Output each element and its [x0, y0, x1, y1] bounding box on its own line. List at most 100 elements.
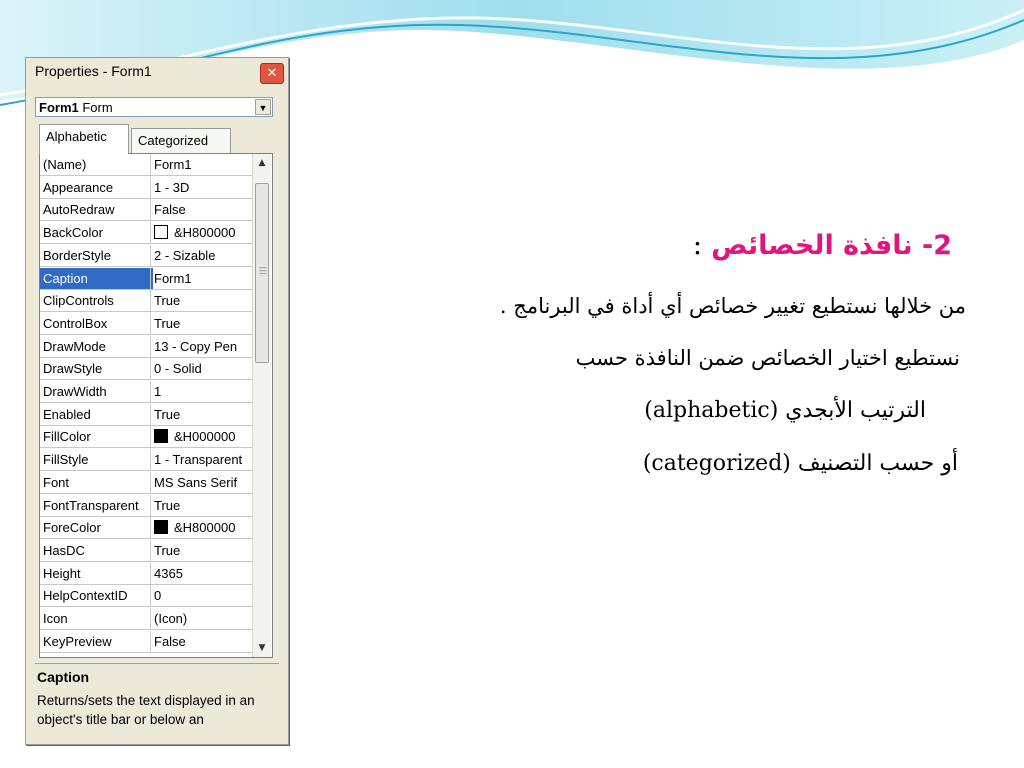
property-value[interactable]: True	[150, 290, 252, 312]
color-swatch-icon	[154, 429, 168, 444]
property-value-text: True	[154, 293, 181, 309]
description-text: Returns/sets the text displayed in an ob…	[37, 693, 255, 727]
vertical-scrollbar[interactable]: ▲ — — — ▼	[252, 154, 271, 657]
property-row[interactable]: DrawMode 13 - Copy Pen	[40, 335, 252, 358]
property-value-text: &H800000	[174, 520, 236, 536]
property-value-text: 2 - Sizable	[154, 247, 216, 263]
property-value[interactable]: &H800000	[150, 222, 252, 244]
property-row[interactable]: DrawWidth 1	[40, 381, 252, 403]
property-value-text: Form1	[154, 157, 192, 172]
property-value[interactable]: True	[150, 539, 252, 561]
scroll-up-icon[interactable]: ▲	[253, 154, 271, 172]
property-name: Height	[43, 565, 81, 581]
property-name: Caption	[40, 267, 153, 289]
description-panel: Caption Returns/sets the text displayed …	[35, 663, 279, 734]
property-value[interactable]: &H000000	[150, 426, 252, 448]
property-value[interactable]: False	[150, 630, 252, 652]
color-swatch-icon	[154, 520, 168, 535]
object-type: Form	[82, 100, 113, 115]
property-name: BorderStyle	[43, 247, 111, 263]
property-value-text: 1 - 3D	[154, 179, 190, 195]
window-title: Properties - Form1	[35, 63, 152, 79]
property-row[interactable]: Icon (Icon)	[40, 608, 252, 630]
property-value[interactable]: 13 - Copy Pen	[150, 335, 252, 357]
property-value[interactable]: MS Sans Serif	[150, 471, 252, 493]
property-row[interactable]: Enabled True	[40, 403, 252, 426]
property-row[interactable]: HelpContextID 0	[40, 585, 252, 608]
property-value[interactable]: &H800000	[150, 517, 252, 539]
property-row[interactable]: KeyPreview False	[40, 630, 252, 653]
close-icon: ✕	[266, 66, 278, 81]
properties-window: Properties - Form1 ✕ Form1 Form ▼ Alphab…	[25, 57, 289, 745]
property-name: FontTransparent	[43, 497, 139, 513]
property-name: HasDC	[43, 542, 85, 558]
property-row[interactable]: DrawStyle 0 - Solid	[40, 358, 252, 381]
property-row[interactable]: ControlBox True	[40, 312, 252, 335]
property-value[interactable]: 1	[150, 381, 252, 402]
slide-line-1: من خلالها نستطيع تغيير خصائص أي أداة في …	[499, 294, 966, 318]
property-row[interactable]: HasDC True	[40, 539, 252, 562]
heading-colon: :	[692, 228, 703, 261]
property-value[interactable]: 1 - Transparent	[150, 449, 252, 471]
property-row[interactable]: (Name) Form1	[40, 154, 252, 176]
property-value[interactable]: False	[150, 199, 252, 221]
property-row[interactable]: Caption Form1	[40, 267, 252, 290]
property-value[interactable]: 2 - Sizable	[150, 244, 252, 266]
property-name: FillStyle	[43, 452, 89, 468]
description-title: Caption	[37, 669, 90, 685]
property-list: (Name) Form1 Appearance 1 - 3D AutoRedraw Fal…	[40, 154, 252, 657]
property-value-text: Form1	[154, 270, 192, 286]
property-row[interactable]: AutoRedraw False	[40, 199, 252, 222]
property-name: KeyPreview	[43, 633, 112, 649]
property-row[interactable]: FillStyle 1 - Transparent	[40, 449, 252, 472]
property-value[interactable]: True	[150, 403, 252, 425]
scroll-down-icon[interactable]: ▼	[253, 639, 271, 657]
property-name: ForeColor	[43, 520, 101, 536]
property-value-text: 1 - Transparent	[154, 452, 243, 468]
property-value-text: 4365	[154, 565, 183, 581]
slide-line-2: نستطيع اختيار الخصائص ضمن النافذة حسب	[575, 346, 960, 370]
property-value-text: (Icon)	[154, 611, 188, 626]
close-button[interactable]: ✕	[260, 63, 284, 84]
chevron-down-icon[interactable]: ▼	[255, 99, 271, 115]
object-selector[interactable]: Form1 Form ▼	[35, 97, 273, 117]
property-value-text: &H000000	[174, 429, 236, 445]
property-row[interactable]: BorderStyle 2 - Sizable	[40, 244, 252, 267]
property-name: HelpContextID	[43, 588, 128, 604]
property-value[interactable]: 4365	[150, 562, 252, 584]
tab-categorized[interactable]: Categorized	[131, 128, 231, 154]
property-row[interactable]: FontTransparent True	[40, 494, 252, 517]
property-value-text: False	[154, 202, 186, 218]
property-value-text: 13 - Copy Pen	[154, 338, 238, 354]
property-value[interactable]: Form1	[150, 267, 252, 289]
property-value[interactable]: 0 - Solid	[150, 358, 252, 380]
property-value[interactable]: 1 - 3D	[150, 176, 252, 198]
property-grid: (Name) Form1 Appearance 1 - 3D AutoRedraw Fal…	[39, 153, 273, 658]
property-value[interactable]: 0	[150, 585, 252, 607]
property-value-text: True	[154, 497, 181, 513]
property-row[interactable]: Height 4365	[40, 562, 252, 585]
property-value[interactable]: True	[150, 494, 252, 516]
property-row[interactable]: Font MS Sans Serif	[40, 471, 252, 494]
property-value-text: 0	[154, 588, 162, 604]
scroll-thumb[interactable]: — — —	[255, 183, 269, 363]
property-row[interactable]: BackColor &H800000	[40, 222, 252, 245]
grip-icon: — — —	[259, 263, 267, 278]
property-value-text: False	[154, 633, 186, 649]
property-value[interactable]: (Icon)	[150, 608, 252, 629]
property-row[interactable]: ForeColor &H800000	[40, 517, 252, 540]
slide-line-3: الترتيب الأبجدي (alphabetic)	[644, 398, 926, 423]
title-bar[interactable]: Properties - Form1 ✕	[26, 58, 288, 86]
property-row[interactable]: FillColor &H000000	[40, 426, 252, 449]
property-value-text: True	[154, 406, 181, 422]
property-value[interactable]: Form1	[150, 154, 252, 175]
property-value[interactable]: True	[150, 312, 252, 334]
property-name: Appearance	[43, 179, 114, 195]
property-value-text: True	[154, 315, 181, 331]
tab-alphabetic[interactable]: Alphabetic	[39, 124, 129, 154]
property-name: Enabled	[43, 406, 91, 422]
property-name: BackColor	[43, 225, 103, 241]
property-name: DrawMode	[43, 338, 106, 354]
property-row[interactable]: ClipControls True	[40, 290, 252, 313]
property-row[interactable]: Appearance 1 - 3D	[40, 176, 252, 199]
